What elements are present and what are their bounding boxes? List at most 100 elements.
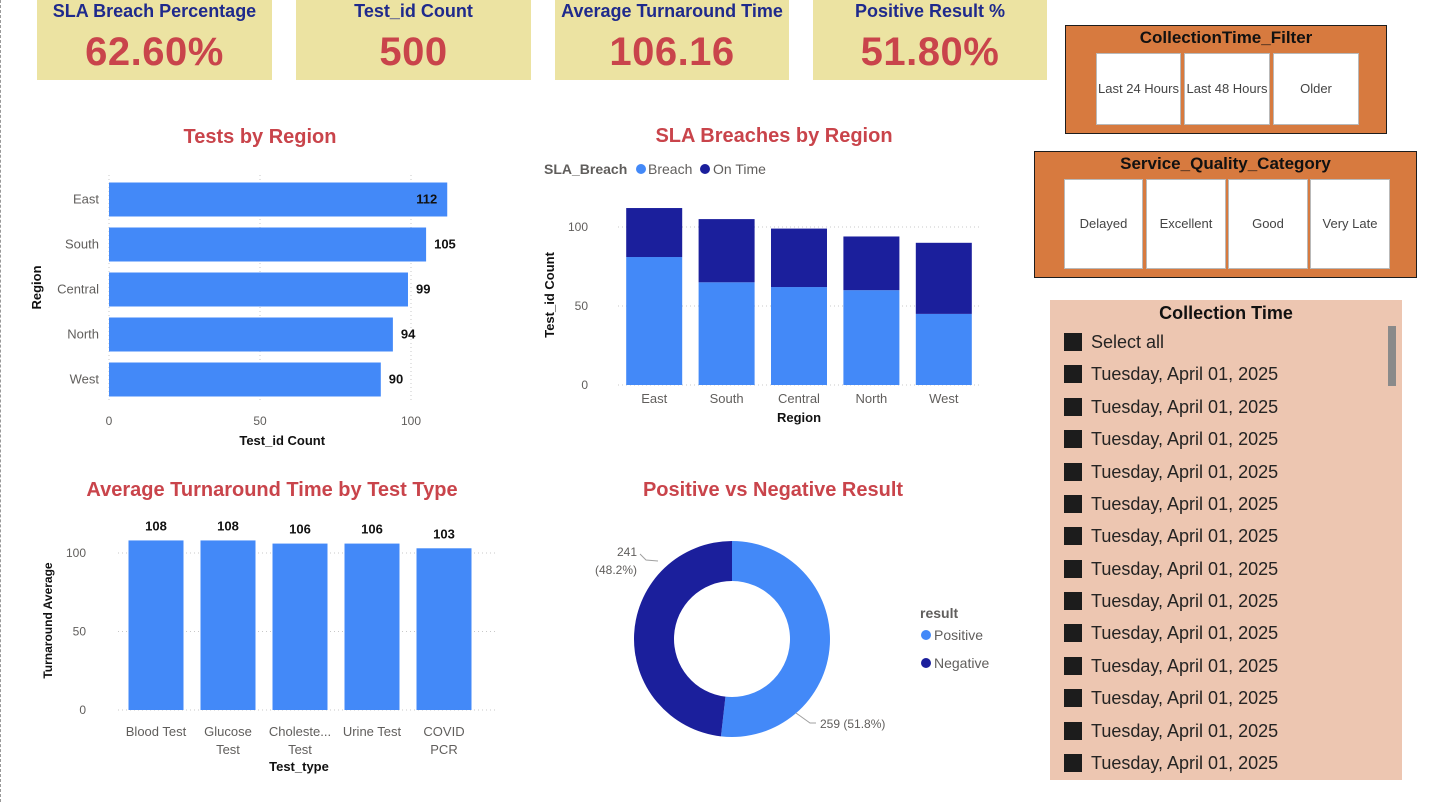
- chart-title-sla-breaches: SLA Breaches by Region: [655, 125, 893, 147]
- kpi-card-avg-turnaround: Average Turnaround Time 106.16: [555, 0, 789, 80]
- checkbox-icon[interactable]: [1064, 592, 1082, 610]
- list-item[interactable]: Tuesday, April 01, 2025: [1064, 395, 1278, 419]
- y-axis-title: Region: [29, 265, 44, 309]
- leader-line: [639, 553, 659, 562]
- data-label: 106: [289, 522, 311, 537]
- checkbox-icon[interactable]: [1064, 398, 1082, 416]
- list-item[interactable]: Tuesday, April 01, 2025: [1064, 524, 1278, 548]
- y-tick-label: 50: [73, 625, 87, 639]
- x-tick-label: COVID: [423, 724, 464, 739]
- legend-title: SLA_Breach: [544, 161, 627, 177]
- slicer-title: Service_Quality_Category: [1120, 154, 1331, 173]
- checkbox-icon[interactable]: [1064, 430, 1082, 448]
- list-item[interactable]: Tuesday, April 01, 2025: [1064, 427, 1278, 451]
- list-item[interactable]: Tuesday, April 01, 2025: [1064, 719, 1278, 743]
- bar-on-time: [626, 208, 683, 258]
- legend-label: Negative: [934, 655, 989, 671]
- checkbox-icon[interactable]: [1064, 722, 1082, 740]
- y-tick-label: 0: [79, 703, 86, 717]
- kpi-value: 106.16: [609, 30, 735, 74]
- x-axis-title: Test_id Count: [239, 433, 325, 448]
- x-tick-label: Central: [778, 391, 820, 406]
- data-label: 108: [217, 518, 239, 533]
- list-item[interactable]: Tuesday, April 01, 2025: [1064, 557, 1278, 581]
- positive-negative-donut-chart: 241 (48.2%) 259 (51.8%) result Positive Negat…: [595, 541, 989, 737]
- checkbox-icon[interactable]: [1064, 365, 1082, 383]
- bar-on-time: [843, 236, 900, 291]
- filter-option-last-24-hours[interactable]: Last 24 Hours: [1096, 53, 1181, 125]
- list-item-label: Select all: [1091, 331, 1165, 352]
- bar: [109, 317, 393, 352]
- bar: [109, 227, 427, 262]
- list-item-label: Tuesday, April 01, 2025: [1091, 493, 1279, 514]
- y-tick-label: 100: [568, 220, 588, 234]
- list-item-label: Tuesday, April 01, 2025: [1091, 655, 1279, 676]
- list-item-label: Tuesday, April 01, 2025: [1091, 687, 1279, 708]
- data-label: 112: [416, 192, 437, 207]
- checkbox-icon[interactable]: [1064, 624, 1082, 642]
- bar-breach: [915, 313, 972, 385]
- checkbox-icon[interactable]: [1064, 560, 1082, 578]
- list-item[interactable]: Tuesday, April 01, 2025: [1064, 654, 1278, 678]
- kpi-value: 62.60%: [85, 30, 224, 74]
- list-item-label: Tuesday, April 01, 2025: [1091, 396, 1279, 417]
- quality-option-delayed[interactable]: Delayed: [1064, 179, 1143, 269]
- list-item[interactable]: Tuesday, April 01, 2025: [1064, 492, 1278, 516]
- checkbox-icon[interactable]: [1064, 689, 1082, 707]
- quality-option-very-late[interactable]: Very Late: [1310, 179, 1390, 269]
- x-tick-label: 0: [106, 414, 113, 428]
- x-tick-label: 50: [253, 414, 267, 428]
- list-item[interactable]: Tuesday, April 01, 2025: [1064, 686, 1278, 710]
- list-scrollbar[interactable]: [1388, 326, 1396, 386]
- list-item[interactable]: Tuesday, April 01, 2025: [1064, 589, 1278, 613]
- kpi-card-sla-breach: SLA Breach Percentage 62.60%: [37, 0, 272, 80]
- bar: [109, 362, 381, 397]
- select-all-item[interactable]: Select all: [1064, 330, 1164, 354]
- data-label: 105: [434, 237, 456, 252]
- list-item[interactable]: Tuesday, April 01, 2025: [1064, 460, 1278, 484]
- legend-marker-breach: [636, 164, 646, 174]
- x-tick-label: East: [641, 391, 667, 406]
- bar: [200, 540, 256, 710]
- avg-turnaround-chart: 0 50 100 108 Blood Test 108 Glucose Test 106 Chol…: [41, 518, 498, 774]
- quality-option-excellent[interactable]: Excellent: [1146, 179, 1226, 269]
- legend-marker-negative: [921, 658, 931, 668]
- list-item[interactable]: Tuesday, April 01, 2025: [1064, 751, 1278, 775]
- slicer-title: CollectionTime_Filter: [1139, 28, 1313, 47]
- checkbox-icon[interactable]: [1064, 495, 1082, 513]
- kpi-title: Positive Result %: [854, 1, 1006, 21]
- list-item[interactable]: Tuesday, April 01, 2025: [1064, 621, 1278, 645]
- x-tick-label: 100: [401, 414, 421, 428]
- list-item-label: Tuesday, April 01, 2025: [1091, 525, 1279, 546]
- bar: [109, 182, 448, 217]
- slice-positive: [720, 541, 831, 737]
- y-tick-label: 50: [575, 299, 589, 313]
- x-axis-title: Region: [777, 410, 821, 425]
- checkbox-icon[interactable]: [1064, 527, 1082, 545]
- legend-title: result: [920, 605, 958, 621]
- checkbox-icon[interactable]: [1064, 657, 1082, 675]
- checkbox-icon[interactable]: [1064, 463, 1082, 481]
- checkbox-icon[interactable]: [1064, 333, 1082, 351]
- kpi-card-test-count: Test_id Count 500: [296, 0, 531, 80]
- y-tick-label: 100: [66, 546, 86, 560]
- data-label: 106: [361, 522, 383, 537]
- data-label: 241: [617, 545, 637, 559]
- bar: [272, 543, 328, 710]
- bar-breach: [698, 282, 755, 385]
- y-tick-label: West: [70, 372, 100, 387]
- x-tick-label: Test: [288, 742, 312, 757]
- list-item[interactable]: Tuesday, April 01, 2025: [1064, 362, 1278, 386]
- checkbox-icon[interactable]: [1064, 754, 1082, 772]
- kpi-card-positive-result: Positive Result % 51.80%: [813, 0, 1047, 80]
- x-tick-label: Glucose: [204, 724, 252, 739]
- legend-label: Positive: [934, 627, 983, 643]
- chart-title-avg-turnaround: Average Turnaround Time by Test Type: [86, 479, 458, 501]
- filter-option-last-48-hours[interactable]: Last 48 Hours: [1184, 53, 1270, 125]
- quality-option-good[interactable]: Good: [1228, 179, 1308, 269]
- y-tick-label: South: [65, 237, 99, 252]
- filter-option-older[interactable]: Older: [1273, 53, 1359, 125]
- canvas-border: [0, 0, 1, 802]
- y-axis-title: Test_id Count: [542, 251, 557, 337]
- legend-marker-positive: [921, 630, 931, 640]
